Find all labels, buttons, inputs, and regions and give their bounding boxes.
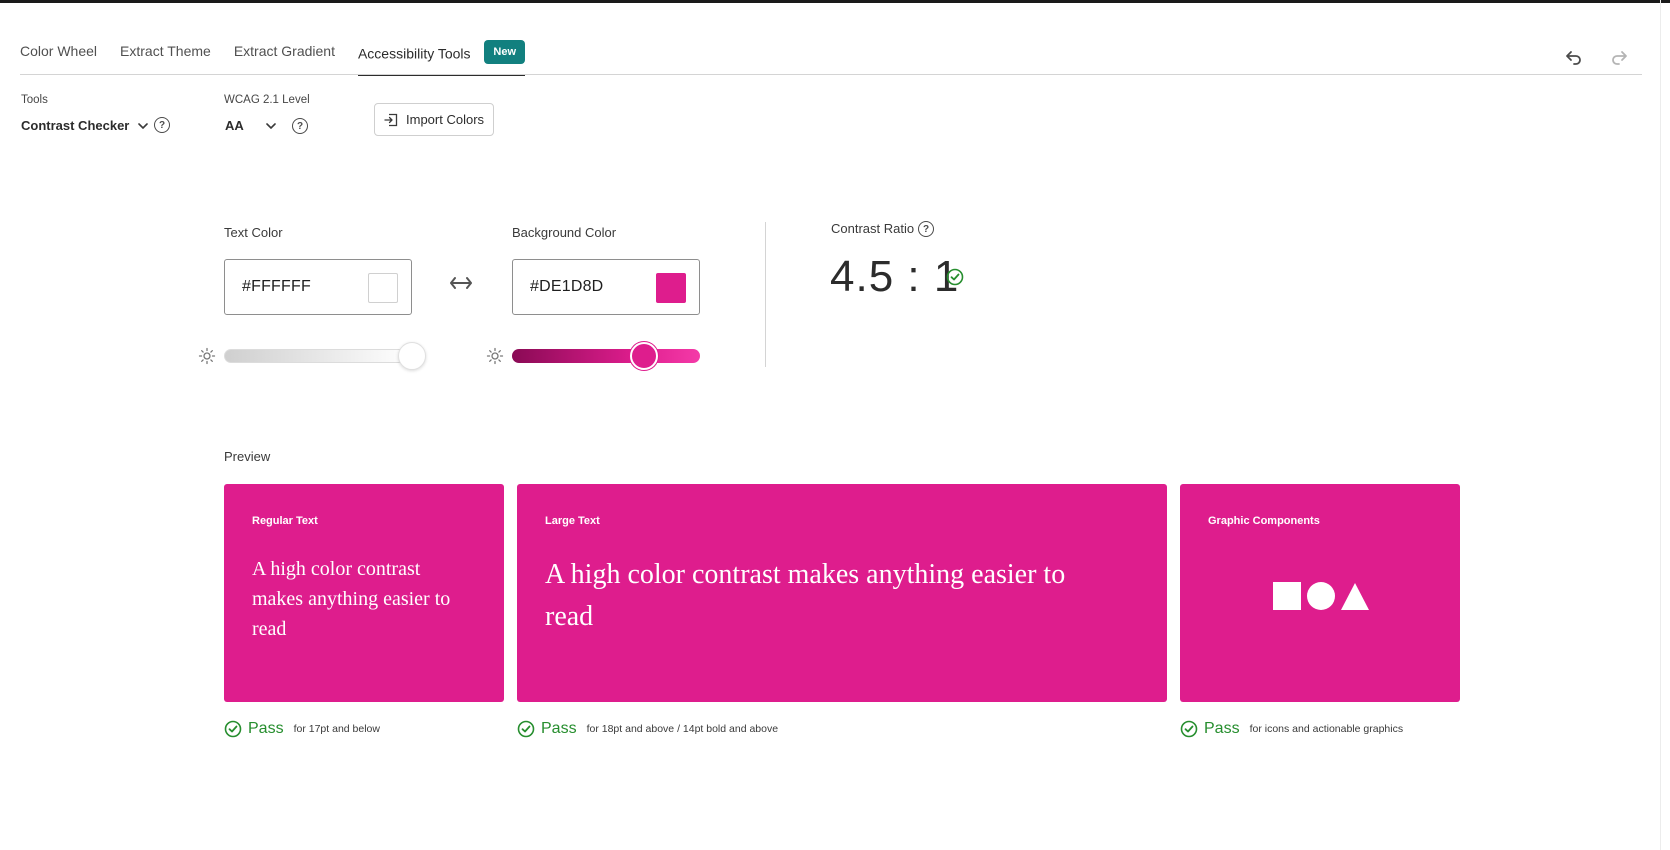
import-colors-label: Import Colors xyxy=(406,112,485,127)
contrast-help-icon[interactable]: ? xyxy=(918,221,934,237)
tab-extract-gradient[interactable]: Extract Gradient xyxy=(234,38,335,76)
sample-shapes xyxy=(1273,582,1369,610)
card-title: Graphic Components xyxy=(1208,515,1320,527)
tools-label: Tools xyxy=(21,94,48,106)
window-top-border xyxy=(0,0,1670,3)
new-badge: New xyxy=(484,40,526,64)
chevron-down-icon xyxy=(266,122,276,129)
section-divider xyxy=(765,222,766,367)
text-color-value: #FFFFFF xyxy=(242,278,311,295)
regular-text-result: Pass for 17pt and below xyxy=(224,720,380,738)
preview-label: Preview xyxy=(224,449,271,464)
undo-button[interactable] xyxy=(1562,44,1586,68)
result-note: for 17pt and below xyxy=(293,723,380,735)
graphic-components-result: Pass for icons and actionable graphics xyxy=(1180,720,1403,738)
text-color-label: Text Color xyxy=(224,225,283,240)
wcag-level-label: WCAG 2.1 Level xyxy=(224,94,310,106)
background-color-value: #DE1D8D xyxy=(530,278,604,295)
check-circle-icon xyxy=(1180,720,1198,738)
background-color-field[interactable]: #DE1D8D xyxy=(512,259,700,315)
wcag-help-icon[interactable]: ? xyxy=(292,118,308,134)
large-text-preview-card: Large Text A high color contrast makes a… xyxy=(517,484,1167,702)
tab-color-wheel[interactable]: Color Wheel xyxy=(20,38,97,76)
check-circle-icon xyxy=(946,268,964,286)
background-color-brightness-slider[interactable] xyxy=(512,349,700,363)
wcag-level-dropdown[interactable]: AA xyxy=(225,118,277,133)
text-color-brightness-slider[interactable] xyxy=(224,349,412,363)
wcag-level-selected: AA xyxy=(225,118,244,133)
result-note: for icons and actionable graphics xyxy=(1249,723,1404,735)
regular-text-preview-card: Regular Text A high color contrast makes… xyxy=(224,484,504,702)
tab-accessibility-tools-label: Accessibility Tools xyxy=(357,45,471,62)
check-circle-icon xyxy=(517,720,535,738)
tab-extract-theme[interactable]: Extract Theme xyxy=(120,38,211,76)
text-color-brightness-handle[interactable] xyxy=(398,342,426,370)
background-color-brightness-handle[interactable] xyxy=(629,342,658,370)
redo-button[interactable] xyxy=(1607,44,1631,68)
chevron-down-icon xyxy=(138,122,149,129)
tools-dropdown[interactable]: Contrast Checker xyxy=(21,118,149,133)
contrast-ratio-label: Contrast Ratio xyxy=(831,221,915,236)
card-title: Large Text xyxy=(545,515,600,527)
graphic-components-preview-card: Graphic Components xyxy=(1180,484,1460,702)
result-status: Pass xyxy=(1204,720,1240,737)
contrast-ratio-value: 4.5 : 1 xyxy=(830,252,960,301)
background-color-swatch[interactable] xyxy=(656,273,686,303)
tab-bar: Color Wheel Extract Theme Extract Gradie… xyxy=(20,38,526,76)
tabs-divider xyxy=(20,74,1642,75)
result-status: Pass xyxy=(248,720,284,737)
swap-colors-icon[interactable] xyxy=(450,276,472,290)
result-status: Pass xyxy=(541,720,577,737)
check-circle-icon xyxy=(224,720,242,738)
brightness-icon xyxy=(198,347,216,365)
preview-sample-text: A high color contrast makes anything eas… xyxy=(252,558,451,640)
tools-selected: Contrast Checker xyxy=(21,118,130,133)
square-icon xyxy=(1273,582,1301,610)
circle-icon xyxy=(1307,582,1335,610)
tab-accessibility-tools[interactable]: Accessibility Tools New xyxy=(357,38,526,76)
redo-icon xyxy=(1612,51,1627,65)
large-text-result: Pass for 18pt and above / 14pt bold and … xyxy=(517,720,778,738)
result-note: for 18pt and above / 14pt bold and above xyxy=(586,723,779,735)
undo-icon xyxy=(1566,51,1581,65)
card-title: Regular Text xyxy=(252,515,318,527)
background-color-label: Background Color xyxy=(512,225,617,240)
tools-help-icon[interactable]: ? xyxy=(154,117,170,133)
text-color-swatch[interactable] xyxy=(368,273,398,303)
preview-sample-text: A high color contrast makes anything eas… xyxy=(545,559,1066,632)
brightness-icon xyxy=(486,347,504,365)
import-icon xyxy=(384,113,398,126)
import-colors-button[interactable]: Import Colors xyxy=(374,103,494,136)
triangle-icon xyxy=(1341,582,1369,610)
scrollbar-track[interactable] xyxy=(1660,0,1661,850)
text-color-field[interactable]: #FFFFFF xyxy=(224,259,412,315)
